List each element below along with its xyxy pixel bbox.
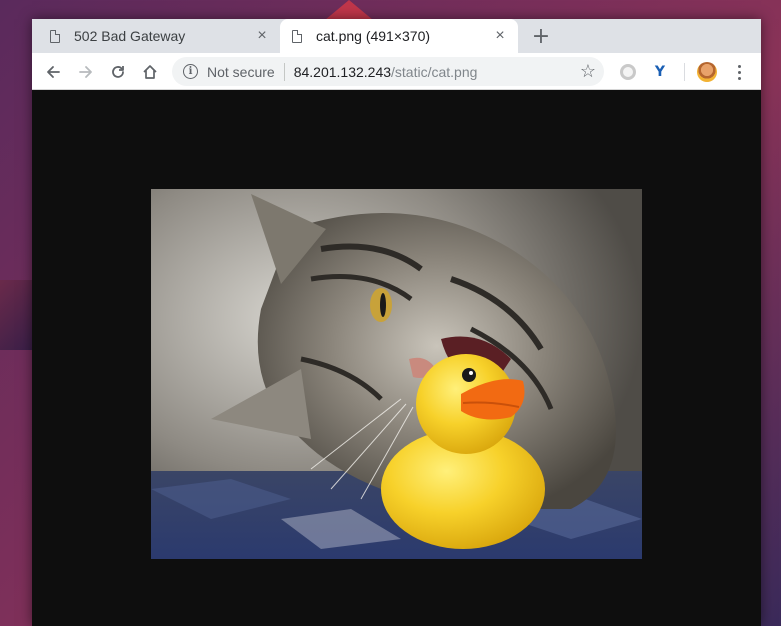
- menu-button[interactable]: [726, 59, 752, 85]
- close-tab-icon[interactable]: ×: [250, 24, 274, 48]
- address-bar[interactable]: i Not secure 84.201.132.243 /static/cat.…: [172, 57, 604, 86]
- reload-icon: [112, 66, 124, 78]
- page-viewport: [32, 90, 761, 626]
- document-icon: [292, 29, 302, 43]
- tab-strip: 502 Bad Gateway × cat.png (491×370) × +: [32, 19, 761, 53]
- kebab-menu-icon: [737, 64, 741, 80]
- home-icon: [143, 65, 157, 79]
- forward-button[interactable]: [73, 59, 99, 85]
- close-tab-icon[interactable]: ×: [488, 24, 512, 48]
- cat-and-duck-illustration: [151, 189, 642, 559]
- v-extension-icon: Y: [654, 64, 666, 80]
- info-icon[interactable]: i: [183, 64, 198, 79]
- back-arrow-icon: [47, 66, 60, 78]
- browser-toolbar: i Not secure 84.201.132.243 /static/cat.…: [32, 53, 761, 90]
- browser-window: 502 Bad Gateway × cat.png (491×370) × +: [32, 19, 761, 626]
- reload-button[interactable]: [105, 59, 131, 85]
- new-tab-button[interactable]: +: [528, 23, 554, 49]
- url-host: 84.201.132.243: [293, 63, 392, 80]
- avatar: [697, 62, 717, 82]
- desktop-decoration: [325, 0, 373, 20]
- extension-v[interactable]: Y: [647, 59, 673, 85]
- document-icon: [50, 29, 60, 43]
- forward-arrow-icon: [79, 66, 92, 78]
- opera-extension-icon: [620, 64, 636, 80]
- extension-opera[interactable]: [615, 59, 641, 85]
- security-label: Not secure: [207, 63, 275, 80]
- cat-image[interactable]: [151, 189, 642, 559]
- bookmark-star-icon[interactable]: ☆: [580, 61, 596, 82]
- tab-cat-png[interactable]: cat.png (491×370) ×: [280, 19, 518, 53]
- home-button[interactable]: [137, 59, 163, 85]
- back-button[interactable]: [40, 59, 66, 85]
- desktop-decoration-left: [0, 280, 32, 350]
- url-path: /static/cat.png: [391, 63, 478, 80]
- tab-title: cat.png (491×370): [316, 28, 431, 44]
- toolbar-divider: [684, 63, 685, 81]
- profile-button[interactable]: [694, 59, 720, 85]
- omnibox-divider: [283, 62, 285, 81]
- tab-502-bad-gateway[interactable]: 502 Bad Gateway ×: [32, 19, 280, 53]
- tab-title: 502 Bad Gateway: [74, 28, 186, 44]
